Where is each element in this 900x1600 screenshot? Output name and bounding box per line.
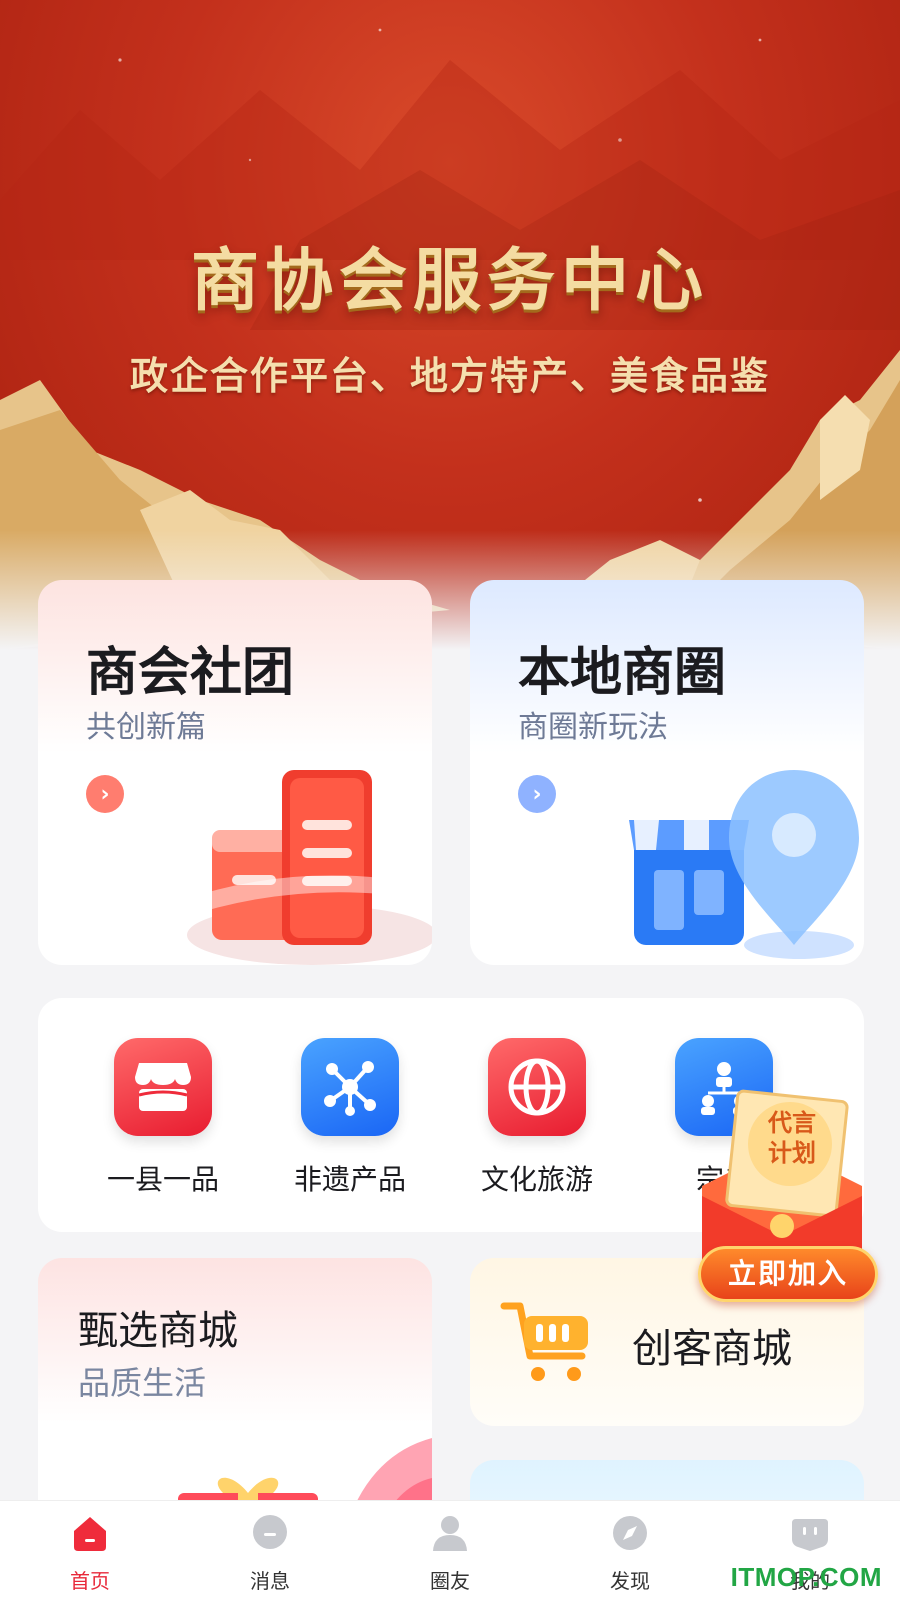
category-label: 一县一品 bbox=[106, 1163, 219, 1196]
shopping-cart-icon bbox=[500, 1302, 588, 1381]
mall-card-title: 甄选商城 bbox=[78, 1308, 238, 1354]
watermark-text: ITMOP.COM bbox=[730, 1562, 882, 1592]
tab-friends[interactable]: 圈友 bbox=[390, 1513, 510, 1594]
feature-card-subtitle: 商圈新玩法 bbox=[518, 710, 668, 745]
tab-messages[interactable]: 消息 bbox=[210, 1513, 330, 1594]
tab-home[interactable]: 首页 bbox=[30, 1513, 150, 1594]
category-label: 非遗产品 bbox=[293, 1163, 406, 1196]
store-location-pin-icon bbox=[629, 770, 859, 959]
category-intangible-heritage[interactable]: 非遗产品 bbox=[270, 1038, 430, 1198]
promo-tag: 代言 计划 bbox=[768, 1109, 816, 1167]
storefront-icon bbox=[114, 1038, 212, 1136]
feature-card-subtitle: 共创新篇 bbox=[86, 710, 206, 745]
tab-label: 消息 bbox=[250, 1569, 290, 1593]
chevron-right-icon[interactable]: › bbox=[518, 775, 556, 813]
tab-label: 首页 bbox=[70, 1569, 110, 1593]
feature-card-title: 商会社团 bbox=[86, 643, 295, 703]
tab-label: 圈友 bbox=[430, 1569, 470, 1593]
tab-label: 发现 bbox=[610, 1569, 650, 1593]
hero-banner[interactable]: 商协会服务中心 政企合作平台、地方特产、美食品鉴 bbox=[0, 0, 900, 650]
compass-icon bbox=[613, 1516, 647, 1550]
feature-card-chamber[interactable]: 商会社团 共创新篇 › bbox=[38, 580, 432, 965]
category-label: 文化旅游 bbox=[480, 1163, 593, 1196]
ambassador-promo-widget[interactable]: 代言 计划 立即加入 bbox=[672, 1086, 890, 1306]
join-now-button[interactable]: 立即加入 bbox=[698, 1246, 878, 1302]
network-nodes-icon bbox=[301, 1038, 399, 1136]
feature-card-local-business[interactable]: 本地商圈 商圈新玩法 › bbox=[470, 580, 864, 965]
banner-title: 商协会服务中心 bbox=[190, 241, 709, 321]
banner-subtitle: 政企合作平台、地方特产、美食品鉴 bbox=[129, 353, 770, 398]
message-bubble-icon bbox=[253, 1515, 287, 1549]
home-icon bbox=[74, 1517, 106, 1551]
chevron-right-icon[interactable]: › bbox=[86, 775, 124, 813]
category-cultural-tourism[interactable]: 文化旅游 bbox=[457, 1038, 617, 1198]
feature-card-title: 本地商圈 bbox=[518, 643, 727, 703]
maker-card-title: 创客商城 bbox=[632, 1326, 792, 1372]
office-building-icon bbox=[182, 770, 432, 965]
person-icon bbox=[433, 1516, 467, 1551]
tab-discover[interactable]: 发现 bbox=[570, 1513, 690, 1594]
category-one-county-one-product[interactable]: 一县一品 bbox=[83, 1038, 243, 1198]
face-icon bbox=[792, 1519, 828, 1551]
globe-icon bbox=[488, 1038, 586, 1136]
